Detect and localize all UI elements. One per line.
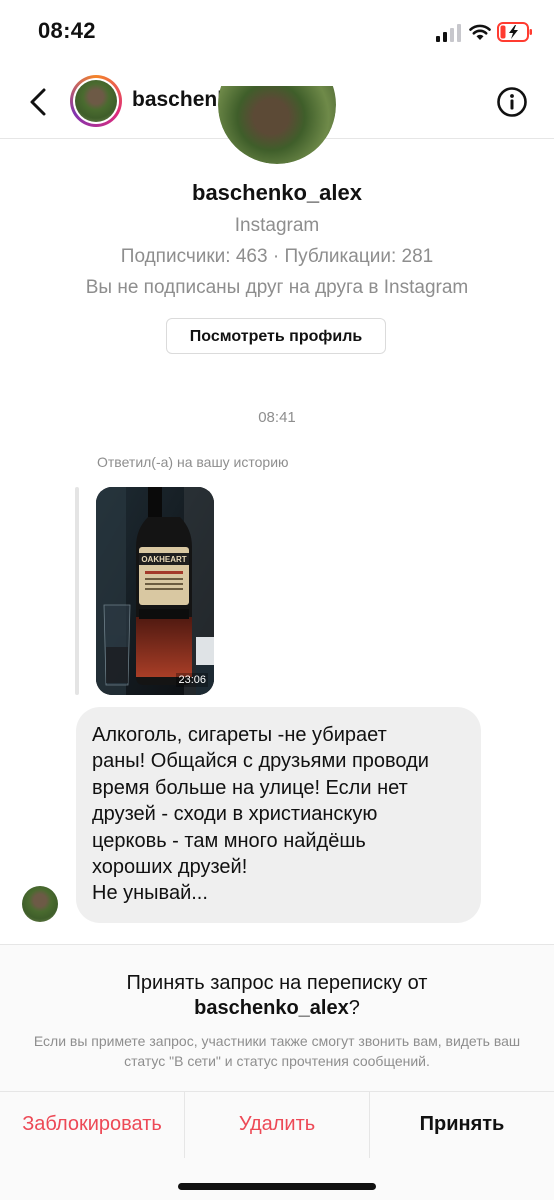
request-actions: Заблокировать Удалить Принять bbox=[0, 1091, 554, 1158]
story-duration: 23:06 bbox=[176, 673, 208, 687]
cellular-signal-icon bbox=[436, 24, 461, 42]
wifi-icon bbox=[469, 24, 491, 40]
request-title: Принять запрос на переписку от baschenko… bbox=[0, 971, 554, 1021]
story-thumbnail[interactable]: OAKHEART 23:06 bbox=[96, 487, 214, 695]
direct-message-screen: 08:42 baschenko_alex baschenko_alex Inst… bbox=[0, 0, 554, 1200]
profile-avatar bbox=[218, 86, 336, 164]
home-indicator[interactable] bbox=[178, 1183, 376, 1190]
profile-mutual-status: Вы не подписаны друг на друга в Instagra… bbox=[85, 277, 469, 298]
profile-username: baschenko_alex bbox=[192, 180, 362, 205]
profile-stats: Подписчики: 463 · Публикации: 281 bbox=[120, 246, 434, 267]
status-bar: 08:42 bbox=[0, 0, 554, 66]
battery-charging-icon bbox=[497, 22, 532, 42]
request-title-suffix: ? bbox=[348, 997, 360, 1019]
chevron-left-icon[interactable] bbox=[22, 84, 56, 120]
block-button[interactable]: Заблокировать bbox=[0, 1092, 185, 1158]
request-description: Если вы примете запрос, участники также … bbox=[33, 1033, 521, 1069]
reply-indicator-bar bbox=[75, 487, 79, 695]
story-reply-caption: Ответил(-а) на вашу историю bbox=[97, 454, 289, 470]
message-timestamp: 08:41 bbox=[258, 409, 296, 426]
sender-avatar[interactable] bbox=[22, 886, 58, 922]
story-image: OAKHEART bbox=[96, 487, 214, 695]
delete-button[interactable]: Удалить bbox=[185, 1092, 370, 1158]
header-avatar[interactable] bbox=[70, 75, 122, 127]
message-text: Алкоголь, сигареты -не убирает раны! Общ… bbox=[92, 724, 429, 905]
view-profile-button[interactable]: Посмотреть профиль bbox=[166, 318, 386, 354]
accept-button[interactable]: Принять bbox=[370, 1092, 554, 1158]
request-title-prefix: Принять запрос на переписку от bbox=[126, 972, 428, 994]
message-bubble[interactable]: Алкоголь, сигареты -не убирает раны! Общ… bbox=[76, 707, 481, 923]
info-circle-icon[interactable] bbox=[496, 86, 528, 118]
status-time: 08:42 bbox=[38, 18, 96, 43]
message-request-panel: Принять запрос на переписку от baschenko… bbox=[0, 944, 554, 1200]
request-title-user: baschenko_alex bbox=[194, 997, 349, 1019]
avatar-image bbox=[75, 80, 117, 122]
profile-source: Instagram bbox=[234, 215, 320, 236]
bottle-label: OAKHEART bbox=[141, 555, 186, 564]
